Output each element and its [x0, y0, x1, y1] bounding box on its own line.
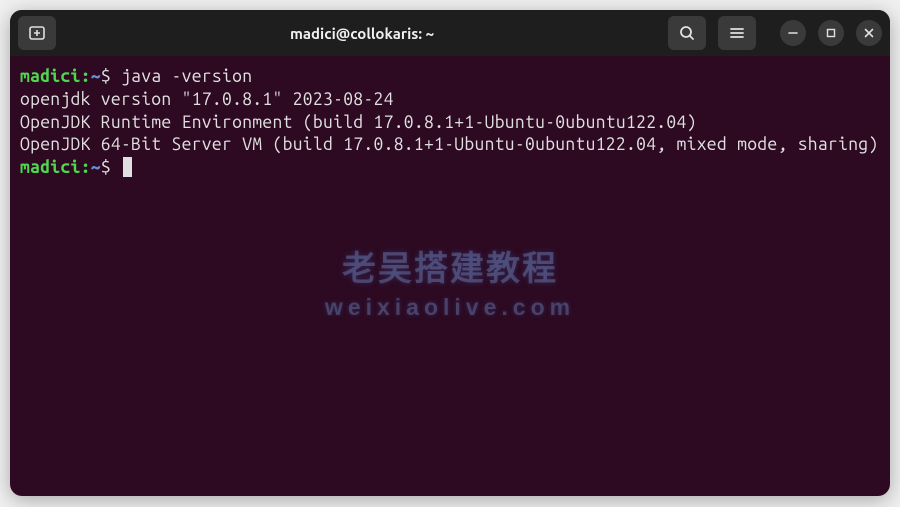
terminal-window: madici@collokaris: ~ — [10, 10, 890, 496]
watermark-main: 老吴搭建教程 — [325, 247, 575, 291]
prompt-path: ~ — [91, 67, 101, 86]
minimize-button[interactable] — [780, 20, 806, 46]
prompt-user: madici — [20, 67, 81, 86]
hamburger-icon — [729, 25, 745, 41]
terminal-output: openjdk version "17.0.8.1" 2023-08-24 — [20, 89, 880, 112]
titlebar-left — [18, 16, 56, 50]
search-button[interactable] — [668, 16, 706, 50]
maximize-icon — [825, 27, 837, 39]
window-controls — [780, 20, 882, 46]
titlebar-right — [668, 16, 882, 50]
new-tab-icon — [28, 24, 46, 42]
cursor — [123, 157, 132, 177]
command-text: java -version — [121, 67, 252, 86]
prompt-dollar: $ — [101, 67, 121, 86]
prompt-sep: : — [81, 67, 91, 86]
menu-button[interactable] — [718, 16, 756, 50]
terminal-output: OpenJDK Runtime Environment (build 17.0.… — [20, 112, 880, 135]
prompt-dollar: $ — [101, 158, 121, 177]
titlebar: madici@collokaris: ~ — [10, 10, 890, 56]
close-icon — [863, 27, 875, 39]
watermark-sub: weixiaolive.com — [325, 293, 575, 323]
watermark: 老吴搭建教程 weixiaolive.com — [325, 247, 575, 323]
terminal-output: OpenJDK 64-Bit Server VM (build 17.0.8.1… — [20, 134, 880, 157]
prompt-path: ~ — [91, 158, 101, 177]
search-icon — [679, 25, 695, 41]
maximize-button[interactable] — [818, 20, 844, 46]
minimize-icon — [787, 27, 799, 39]
terminal-line: madici:~$ java -version — [20, 66, 880, 89]
window-title: madici@collokaris: ~ — [64, 25, 660, 42]
prompt-sep: : — [81, 158, 91, 177]
prompt-user: madici — [20, 158, 81, 177]
new-tab-button[interactable] — [18, 16, 56, 50]
close-button[interactable] — [856, 20, 882, 46]
terminal-line: madici:~$ — [20, 157, 880, 180]
terminal-body[interactable]: madici:~$ java -version openjdk version … — [10, 56, 890, 496]
